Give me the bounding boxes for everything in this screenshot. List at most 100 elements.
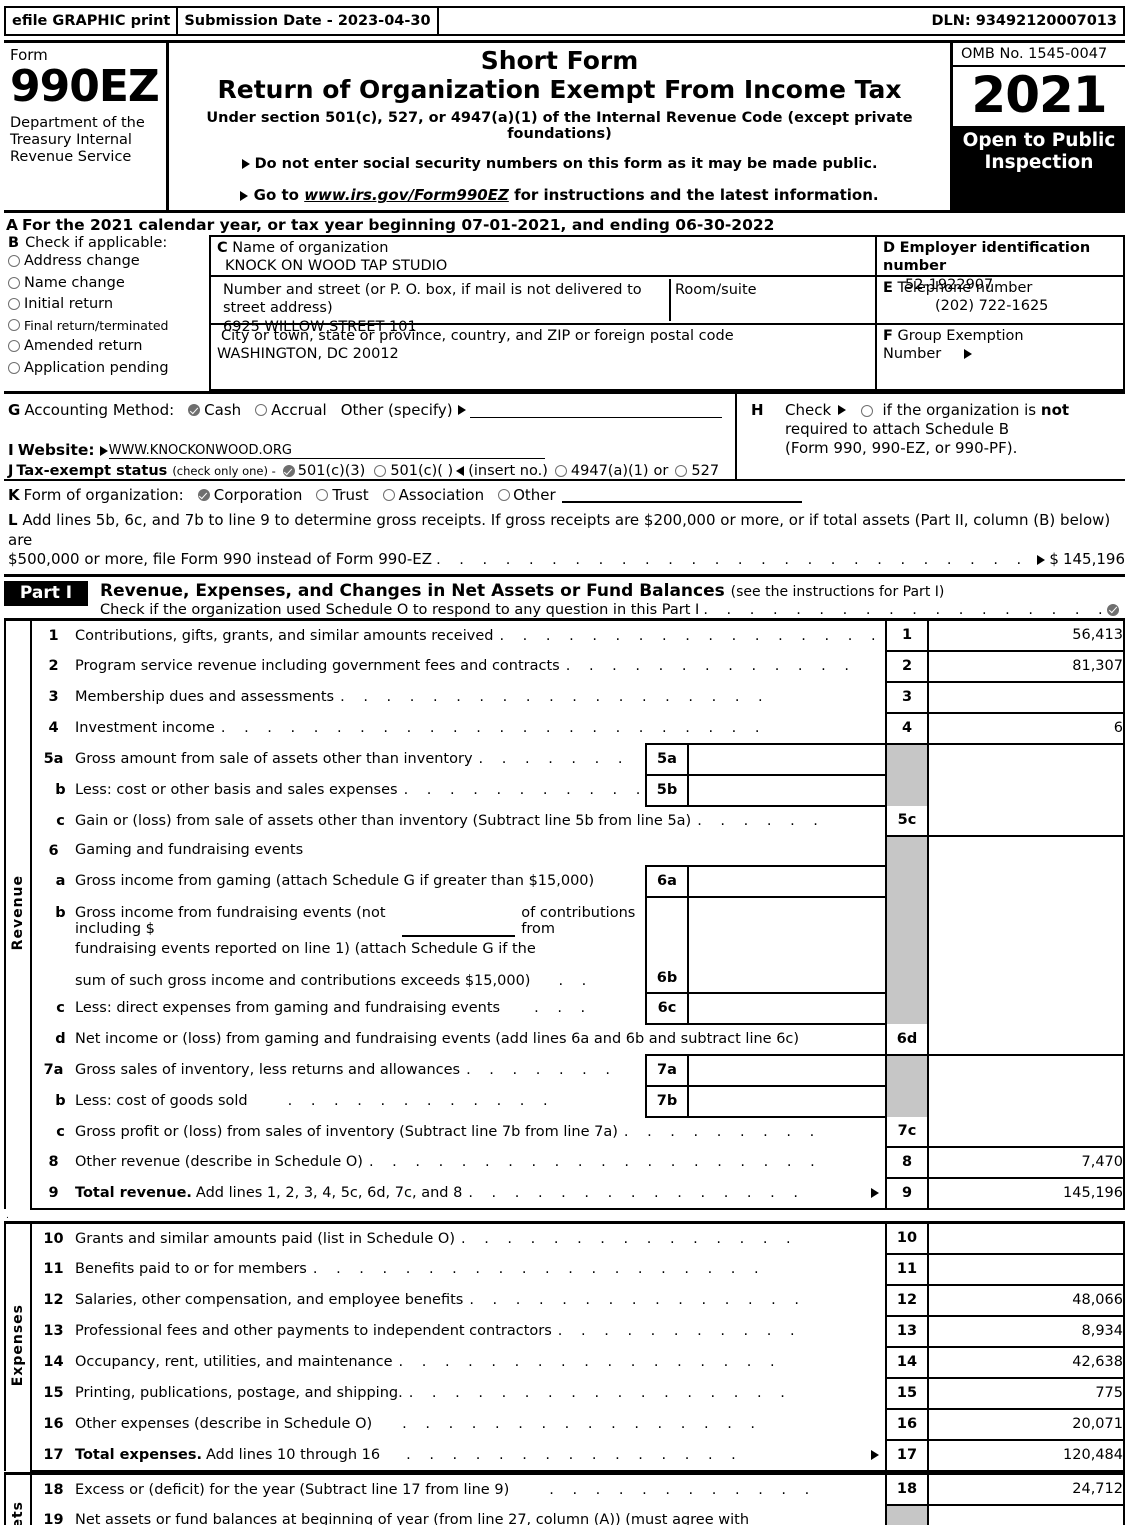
checkbox-icon[interactable]: [255, 404, 268, 417]
value-cell[interactable]: 145,196: [928, 1176, 1125, 1210]
value-cell[interactable]: 81,307: [928, 649, 1125, 682]
sub-value-cell[interactable]: [687, 1053, 888, 1086]
value-cell[interactable]: 775: [928, 1376, 1125, 1409]
sub-value-cell[interactable]: [687, 1084, 888, 1118]
sub-value-cell[interactable]: [687, 991, 888, 1025]
section-c-organization-address: C Name of organization KNOCK ON WOOD TAP…: [209, 235, 877, 392]
sub-value-line-number: 6a: [644, 864, 689, 897]
checkbox-icon[interactable]: [8, 361, 20, 374]
checkbox-icon[interactable]: [188, 404, 201, 417]
table-row-6: 6 Gaming and fundraising events: [5, 834, 1125, 866]
group-exemption-number-row: Number: [883, 345, 1123, 363]
checkbox-corporation[interactable]: Corporation: [197, 486, 302, 504]
checkbox-application-pending[interactable]: Application pending: [8, 360, 209, 376]
org-name-value[interactable]: KNOCK ON WOOD TAP STUDIO: [217, 257, 875, 276]
section-j-tax-exempt-status: J Tax-exempt status (check only one) - 5…: [8, 459, 735, 479]
value-cell[interactable]: [928, 1023, 1125, 1055]
schedule-o-check-row: Check if the organization used Schedule …: [100, 601, 1125, 618]
checkbox-icon[interactable]: [498, 489, 511, 502]
checkbox-icon[interactable]: [374, 465, 387, 478]
checkbox-association[interactable]: Association: [382, 486, 484, 504]
line-number: 15: [43, 1385, 64, 1402]
value-cell[interactable]: 7,470: [928, 1145, 1125, 1178]
checkbox-icon[interactable]: [8, 255, 20, 268]
checkbox-icon[interactable]: [8, 340, 20, 353]
checkbox-4947a1[interactable]: 4947(a)(1): [554, 463, 649, 480]
checkbox-501c[interactable]: 501(c)( ): [374, 463, 453, 479]
checkbox-icon[interactable]: [282, 465, 295, 478]
checkbox-name-change[interactable]: Name change: [8, 275, 209, 291]
value-cell[interactable]: 42,638: [928, 1345, 1125, 1378]
checkbox-527[interactable]: 527: [675, 463, 719, 479]
checkbox-icon[interactable]: [8, 276, 20, 289]
line-number: 1: [31, 617, 75, 651]
line-number: b: [55, 782, 66, 799]
checkbox-amended-return[interactable]: Amended return: [8, 338, 209, 354]
checkbox-icon[interactable]: [8, 298, 20, 311]
value-line-number: 10: [885, 1220, 929, 1254]
checkbox-final-return-terminated[interactable]: Final return/terminated: [8, 318, 209, 333]
value-cell[interactable]: [928, 1220, 1125, 1254]
value-cell[interactable]: 8,934: [928, 1314, 1125, 1347]
value-cell[interactable]: 48,066: [928, 1283, 1125, 1316]
checkbox-icon[interactable]: [554, 465, 567, 478]
section-j-label: Tax-exempt status: [16, 463, 168, 480]
shaded-cell: [885, 992, 929, 1024]
checkbox-501c3[interactable]: 501(c)(3): [282, 463, 365, 479]
website-value[interactable]: WWW.KNOCKONWOOD.ORG: [108, 443, 545, 460]
value-cell[interactable]: [928, 1252, 1125, 1285]
value-cell[interactable]: 56,413: [928, 617, 1125, 651]
shaded-cell: [885, 774, 929, 806]
other-organization-input[interactable]: [561, 487, 802, 504]
line-description: Total expenses. Add lines 10 through 16 …: [75, 1439, 886, 1472]
line-number: 5a: [43, 751, 64, 768]
sub-value-cell[interactable]: [687, 895, 888, 993]
gross-receipts-value[interactable]: 145,196: [1063, 550, 1125, 570]
insert-no-label: (insert no.): [468, 463, 548, 480]
group-exemption-cell: F Group Exemption Number: [877, 325, 1123, 389]
telephone-label: Telephone number: [897, 280, 1033, 297]
checkbox-trust[interactable]: Trust: [316, 486, 369, 504]
sub-value-cell[interactable]: [687, 742, 888, 775]
net-assets-table: Net Assets 18 Excess or (deficit) for th…: [4, 1471, 1125, 1525]
checkbox-initial-return[interactable]: Initial return: [8, 296, 209, 312]
value-cell: [928, 742, 1125, 775]
other-specify-input[interactable]: [469, 402, 722, 419]
shaded-cell: [885, 1503, 929, 1525]
checkbox-icon[interactable]: [197, 489, 210, 502]
checkbox-other[interactable]: Other: [498, 486, 556, 504]
fundraising-contributions-input[interactable]: [401, 921, 516, 937]
irs-form-link[interactable]: www.irs.gov/Form990EZ: [304, 186, 509, 204]
checkbox-icon[interactable]: [860, 404, 873, 417]
checkbox-cash[interactable]: Cash: [188, 401, 241, 419]
section-b-letter: B: [8, 235, 20, 252]
value-cell[interactable]: 24,712: [928, 1471, 1125, 1505]
line-a-tax-year: A For the 2021 calendar year, or tax year…: [6, 216, 1125, 234]
line-description: Contributions, gifts, grants, and simila…: [75, 617, 886, 651]
value-cell[interactable]: [928, 805, 1125, 836]
checkbox-icon[interactable]: [1107, 603, 1119, 616]
value-cell[interactable]: [928, 680, 1125, 713]
value-cell[interactable]: 20,071: [928, 1407, 1125, 1440]
revenue-table: Revenue 1 Contributions, gifts, grants, …: [4, 617, 1125, 1210]
notice-ssn-text: Do not enter social security numbers on …: [254, 156, 878, 173]
checkbox-icon[interactable]: [316, 489, 329, 502]
checkbox-icon[interactable]: [8, 319, 20, 332]
checkbox-label: 4947(a)(1): [570, 463, 649, 480]
checkbox-icon[interactable]: [675, 465, 688, 478]
group-exemption-label: Group Exemption: [897, 328, 1024, 345]
checkbox-address-change[interactable]: Address change: [8, 253, 209, 269]
checkbox-label: Name change: [24, 274, 125, 291]
value-cell[interactable]: 120,484: [928, 1438, 1125, 1472]
checkbox-icon[interactable]: [382, 489, 395, 502]
org-city-value[interactable]: WASHINGTON, DC 20012: [217, 345, 875, 364]
value-cell[interactable]: 6: [928, 711, 1125, 744]
value-cell[interactable]: [928, 1116, 1125, 1147]
line-description: Gross income from gaming (attach Schedul…: [75, 873, 595, 890]
checkbox-accrual[interactable]: Accrual: [255, 401, 327, 419]
sub-value-cell[interactable]: [687, 864, 888, 897]
sub-value-cell[interactable]: [687, 773, 888, 807]
line-description: Net income or (loss) from gaming and fun…: [75, 1031, 800, 1048]
checkbox-label: Cash: [204, 401, 242, 420]
telephone-value[interactable]: (202) 722-1625: [883, 297, 1123, 316]
